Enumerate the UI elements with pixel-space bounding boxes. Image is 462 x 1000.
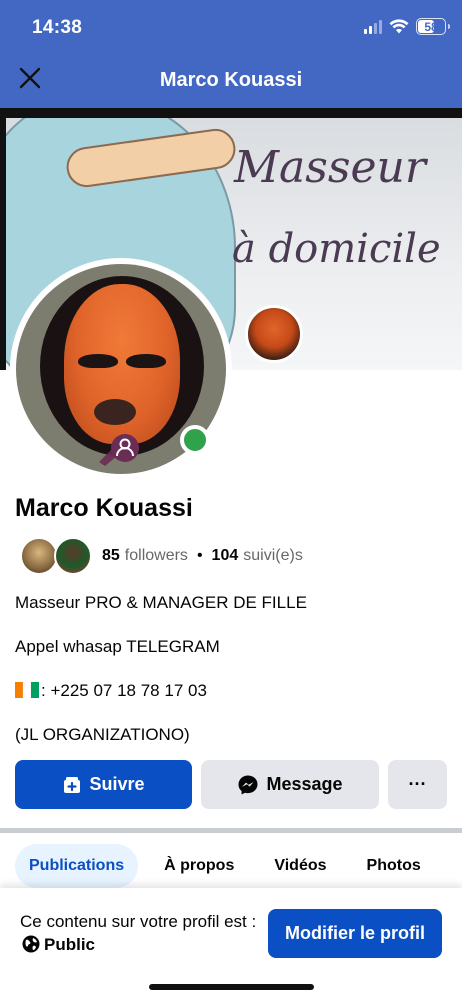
app-header: 14:38 58 Marco Kouassi bbox=[0, 0, 462, 108]
following-count: 104 bbox=[211, 547, 239, 564]
status-time: 14:38 bbox=[32, 17, 83, 38]
profile-tabs: Publications À propos Vidéos Photos bbox=[15, 844, 435, 888]
wifi-icon bbox=[389, 19, 409, 34]
messenger-icon bbox=[238, 775, 258, 794]
status-icons: 58 bbox=[364, 18, 450, 35]
follow-button[interactable]: Suivre bbox=[15, 760, 192, 809]
follow-icon bbox=[64, 776, 81, 793]
cover-text-line1: Masseur bbox=[234, 142, 426, 193]
signal-icon bbox=[364, 19, 382, 34]
stats-separator: • bbox=[196, 547, 203, 564]
follow-label: Suivre bbox=[89, 774, 145, 794]
bio-phone: : +225 07 18 78 17 03 bbox=[41, 681, 207, 700]
visibility-prefix: Ce contenu sur votre profil est : bbox=[20, 912, 257, 931]
profile-name: Marco Kouassi bbox=[15, 494, 193, 522]
home-indicator bbox=[149, 984, 314, 990]
more-options-button[interactable]: ··· bbox=[388, 760, 447, 809]
cover-text-line2: à domicile bbox=[232, 226, 441, 272]
online-status-dot bbox=[180, 425, 210, 455]
battery-icon: 58 bbox=[416, 18, 450, 35]
header-title: Marco Kouassi bbox=[159, 69, 303, 91]
following-label: suivi(e)s bbox=[243, 547, 303, 564]
bio-line: Masseur PRO & MANAGER DE FILLE bbox=[15, 593, 307, 612]
tab-about[interactable]: À propos bbox=[150, 844, 248, 888]
mutual-follower-avatar bbox=[54, 537, 92, 575]
section-divider bbox=[0, 828, 462, 833]
edit-profile-button[interactable]: Modifier le profil bbox=[268, 909, 442, 958]
visibility-text: Ce contenu sur votre profil est : Public bbox=[20, 910, 260, 956]
globe-icon bbox=[22, 935, 40, 953]
more-options-icon: ··· bbox=[408, 774, 427, 794]
mutual-follower-avatar bbox=[20, 537, 58, 575]
follow-stats: 85 followers • 104 suivi(e)s bbox=[102, 547, 303, 565]
visibility-value: Public bbox=[44, 935, 96, 954]
bio-line: (JL ORGANIZATIONO) bbox=[15, 725, 190, 744]
tab-publications[interactable]: Publications bbox=[15, 844, 139, 888]
bio-line: Appel whasap TELEGRAM bbox=[15, 637, 220, 656]
cover-small-avatar[interactable] bbox=[245, 305, 303, 363]
tab-photos[interactable]: Photos bbox=[353, 844, 435, 888]
tab-videos[interactable]: Vidéos bbox=[260, 844, 340, 888]
followers-label: followers bbox=[124, 547, 188, 564]
masked-face bbox=[64, 284, 180, 444]
user-badge-icon bbox=[99, 434, 139, 466]
message-button[interactable]: Message bbox=[201, 760, 379, 809]
followers-count: 85 bbox=[102, 547, 120, 564]
profile-badge bbox=[94, 430, 144, 470]
followers-row[interactable]: 85 followers • 104 suivi(e)s bbox=[20, 536, 303, 576]
bio-phone-line: : +225 07 18 78 17 03 bbox=[15, 681, 207, 701]
message-label: Message bbox=[266, 774, 343, 794]
battery-level: 58 bbox=[424, 19, 438, 34]
ivory-coast-flag-icon bbox=[15, 682, 39, 698]
